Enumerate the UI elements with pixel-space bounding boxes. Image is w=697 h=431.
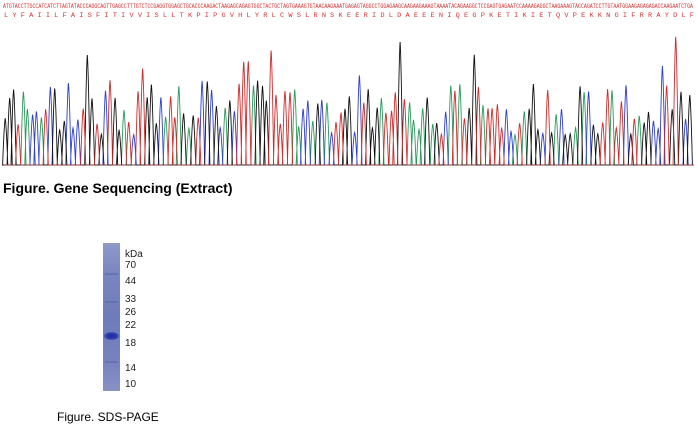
faint-band <box>105 301 118 303</box>
marker-label: 18 <box>125 338 137 349</box>
amino-acid-sequence: L Y F A I I L F A I S F I T I V V I S L … <box>4 12 694 19</box>
sequencing-caption: Figure. Gene Sequencing (Extract) <box>3 180 233 196</box>
marker-label: 14 <box>125 363 137 374</box>
marker-label: 70 <box>125 260 137 271</box>
marker-label: 22 <box>125 320 137 331</box>
sds-page-caption: Figure. SDS-PAGE <box>57 410 159 424</box>
nucleotide-sequence: ATGTACCTTGCCATCATCTTAGTATACCCAGGCAGTTGAG… <box>3 3 693 10</box>
marker-unit: kDa <box>125 249 143 260</box>
chromatogram-plot: ATGTACCTTGCCATCATCTTAGTATACCCAGGCAGTTGAG… <box>2 3 694 166</box>
marker-label: 44 <box>125 276 137 287</box>
protein-band <box>104 332 119 340</box>
marker-label: 33 <box>125 294 137 305</box>
sds-page-gel: kDa 70 44 33 26 22 18 14 10 <box>100 240 180 395</box>
sequencing-chromatogram: ATGTACCTTGCCATCATCTTAGTATACCCAGGCAGTTGAG… <box>0 0 697 168</box>
faint-band <box>105 273 118 275</box>
marker-label: 10 <box>125 379 137 390</box>
trace-peaks <box>2 36 694 166</box>
faint-band <box>105 361 118 363</box>
marker-label: 26 <box>125 307 137 318</box>
gel-lane <box>103 243 120 391</box>
